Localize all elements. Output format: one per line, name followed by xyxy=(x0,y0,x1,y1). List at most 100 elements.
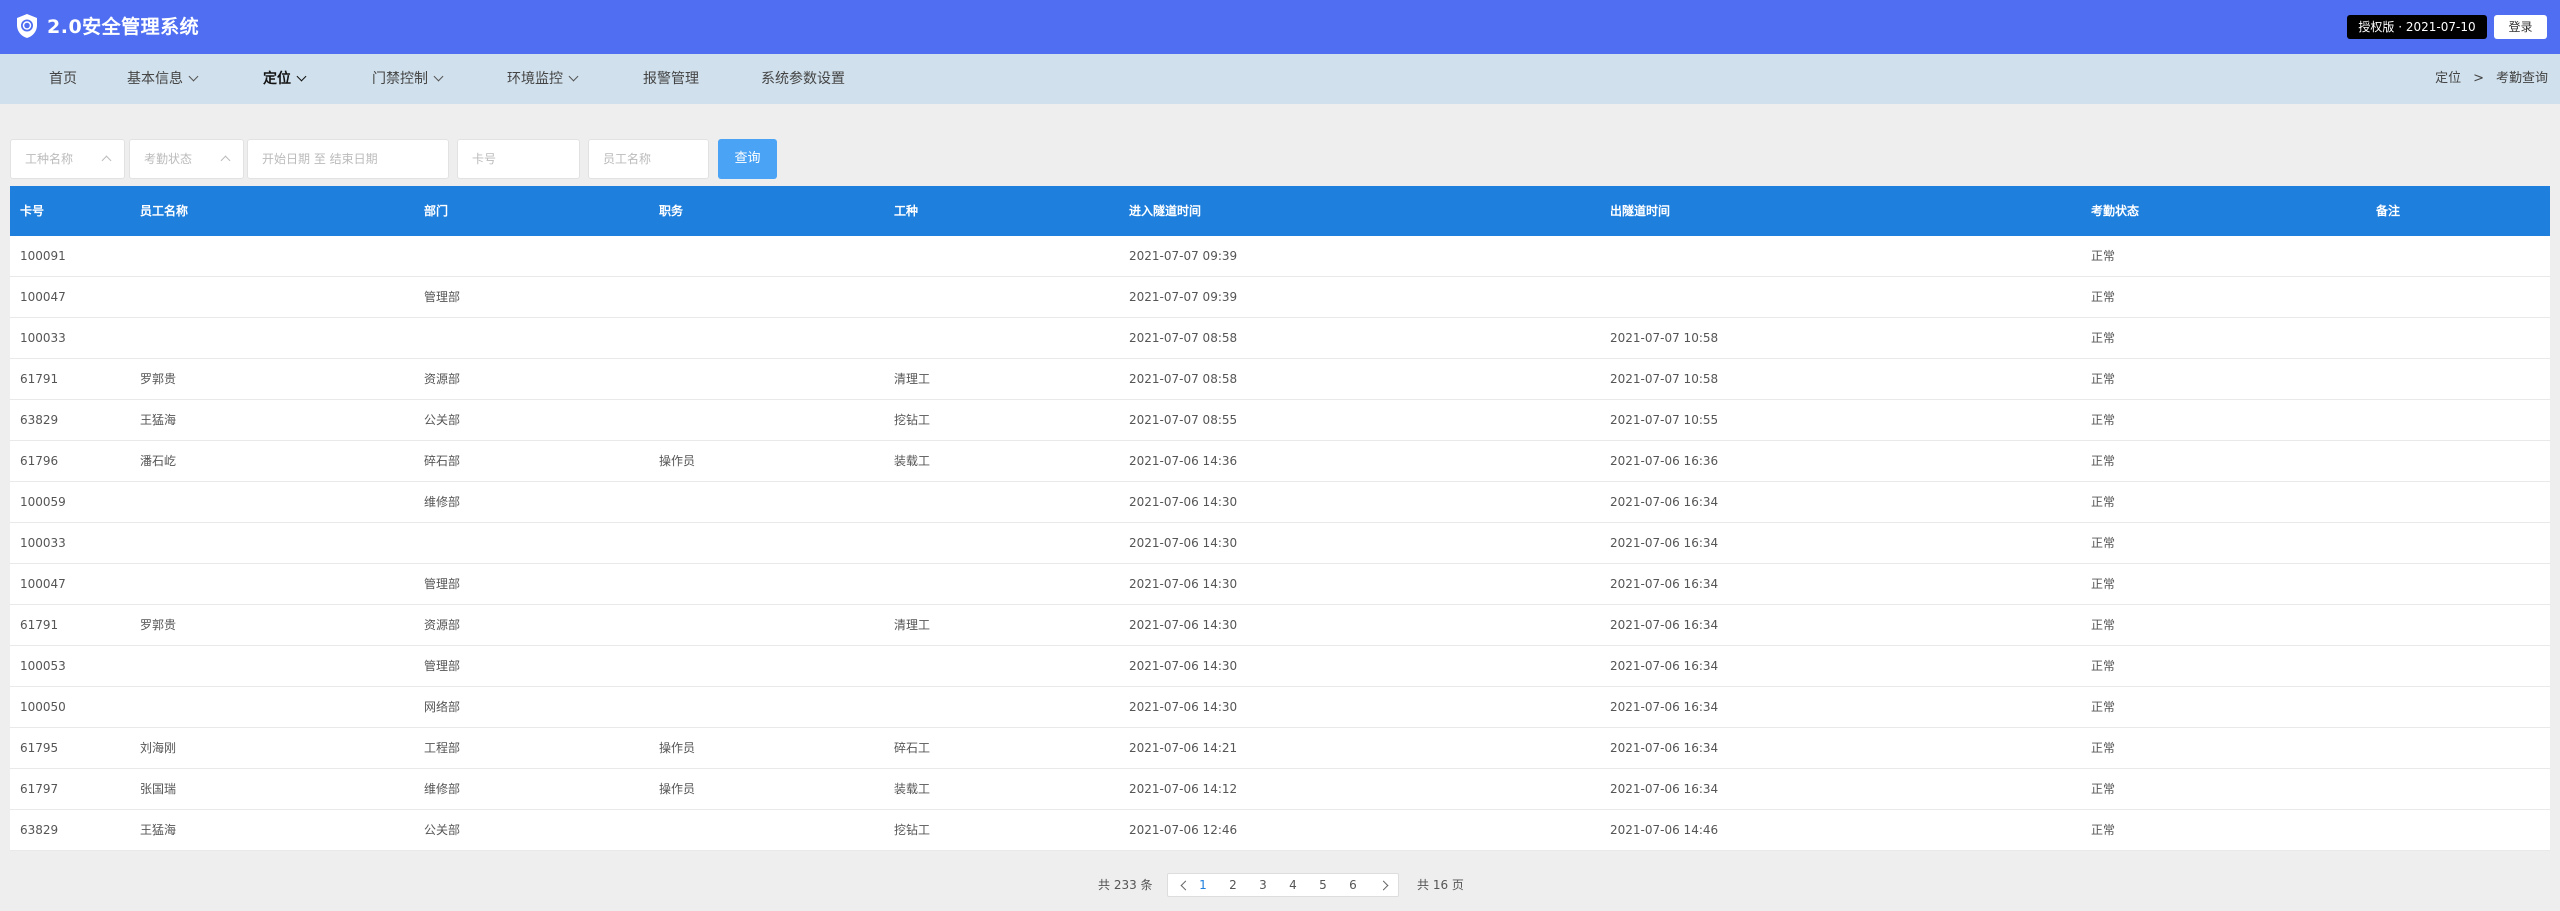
table-cell: 61797 xyxy=(20,782,59,796)
table-cell: 2021-07-07 09:39 xyxy=(1129,290,1238,304)
table-cell: 2021-07-07 10:55 xyxy=(1610,413,1719,427)
table-row: 61795 刘海刚 工程部 操作员 碎石工 2021-07-06 14:21 2021-07… xyxy=(10,728,2550,769)
table-cell: 正常 xyxy=(2091,577,2116,591)
page-button[interactable]: 3 xyxy=(1252,874,1274,896)
table-row: 63829 王猛海 公关部 挖钻工 2021-07-06 12:46 2021-07-06… xyxy=(10,810,2550,851)
employee-name-input[interactable]: 员工名称 xyxy=(588,139,709,179)
page-button[interactable]: 1 xyxy=(1192,874,1214,896)
table-row: 63829 王猛海 公关部 挖钻工 2021-07-07 08:55 2021-07-07… xyxy=(10,400,2550,441)
table-cell: 2021-07-06 14:30 xyxy=(1129,700,1238,714)
table-row: 61796 潘石屹 碎石部 操作员 装载工 2021-07-06 14:36 2021-07… xyxy=(10,441,2550,482)
column-header: 员工名称 xyxy=(140,204,189,218)
table-cell: 公关部 xyxy=(424,413,461,427)
breadcrumb: 定位 > 考勤查询 xyxy=(2435,54,2548,104)
table-cell: 操作员 xyxy=(659,782,696,796)
nav-item-alarm[interactable]: 报警管理 xyxy=(643,54,699,104)
table-cell: 2021-07-06 16:36 xyxy=(1610,454,1719,468)
job-type-select[interactable]: 工种名称 xyxy=(10,139,125,179)
table-row: 61791 罗郭贵 资源部 清理工 2021-07-06 14:30 2021-07-06… xyxy=(10,605,2550,646)
table-cell: 100033 xyxy=(20,331,66,345)
nav-item-positioning[interactable]: 定位 xyxy=(263,54,307,104)
column-header: 部门 xyxy=(424,204,449,218)
table-cell: 2021-07-06 14:12 xyxy=(1129,782,1238,796)
table-cell: 操作员 xyxy=(659,741,696,755)
column-header: 考勤状态 xyxy=(2091,204,2140,218)
login-button[interactable]: 登录 xyxy=(2494,15,2547,39)
table-cell: 网络部 xyxy=(424,700,461,714)
chevron-up-icon xyxy=(101,155,112,166)
nav-item-label: 门禁控制 xyxy=(372,71,428,87)
nav-item-label: 基本信息 xyxy=(127,71,183,87)
table-cell: 63829 xyxy=(20,823,59,837)
query-button[interactable]: 查询 xyxy=(718,139,777,179)
table-cell: 资源部 xyxy=(424,372,461,386)
table-cell: 碎石部 xyxy=(424,454,461,468)
table-cell: 100047 xyxy=(20,290,66,304)
chevron-down-icon xyxy=(296,71,307,82)
table-cell: 2021-07-06 16:34 xyxy=(1610,577,1719,591)
table-cell: 2021-07-06 14:30 xyxy=(1129,577,1238,591)
chevron-down-icon xyxy=(568,71,579,82)
table-cell: 2021-07-07 08:58 xyxy=(1129,372,1238,386)
chevron-right-icon[interactable] xyxy=(1378,880,1389,891)
nav-item-basic-info[interactable]: 基本信息 xyxy=(127,54,199,104)
table-row: 100059 维修部 2021-07-06 14:30 2021-07-06 16:3… xyxy=(10,482,2550,523)
nav-item-environment[interactable]: 环境监控 xyxy=(507,54,579,104)
table-cell: 正常 xyxy=(2091,495,2116,509)
table-cell: 2021-07-06 14:46 xyxy=(1610,823,1719,837)
chevron-left-icon[interactable] xyxy=(1180,880,1191,891)
top-header: 2.0安全管理系统 授权版 · 2021-07-10 登录 xyxy=(0,0,2560,54)
table-row: 100091 2021-07-07 09:39 正常 xyxy=(10,236,2550,277)
nav-item-access-control[interactable]: 门禁控制 xyxy=(372,54,444,104)
table-header: 卡号 员工名称 部门 职务 工种 进入隧道时间 出隧道时间 考勤状态 备注 xyxy=(10,186,2550,236)
breadcrumb-parent[interactable]: 定位 xyxy=(2435,71,2461,86)
page-button[interactable]: 4 xyxy=(1282,874,1304,896)
page-button[interactable]: 6 xyxy=(1342,874,1364,896)
table-cell: 管理部 xyxy=(424,659,461,673)
card-number-input[interactable]: 卡号 xyxy=(457,139,580,179)
table-cell: 正常 xyxy=(2091,536,2116,550)
date-range-picker[interactable]: 开始日期 至 结束日期 xyxy=(247,139,449,179)
table-cell: 61791 xyxy=(20,372,59,386)
table-cell: 61796 xyxy=(20,454,59,468)
table-cell: 2021-07-07 08:55 xyxy=(1129,413,1238,427)
table-cell: 61791 xyxy=(20,618,59,632)
table-row: 100033 2021-07-06 14:30 2021-07-06 16:34 正常 xyxy=(10,523,2550,564)
table-cell: 挖钻工 xyxy=(894,823,931,837)
attendance-status-select[interactable]: 考勤状态 xyxy=(129,139,244,179)
table-row: 100047 管理部 2021-07-07 09:39 正常 xyxy=(10,277,2550,318)
nav-item-settings[interactable]: 系统参数设置 xyxy=(761,54,845,104)
column-header: 工种 xyxy=(894,204,919,218)
table-cell: 2021-07-06 14:21 xyxy=(1129,741,1238,755)
column-header: 出隧道时间 xyxy=(1610,204,1671,218)
table-cell: 2021-07-06 16:34 xyxy=(1610,536,1719,550)
app-title: 2.0安全管理系统 xyxy=(47,16,200,38)
table-cell: 正常 xyxy=(2091,823,2116,837)
table-cell: 2021-07-07 08:58 xyxy=(1129,331,1238,345)
table-cell: 张国瑞 xyxy=(140,782,177,796)
table-cell: 罗郭贵 xyxy=(140,372,177,386)
table-cell: 100091 xyxy=(20,249,66,263)
column-header: 卡号 xyxy=(20,204,45,218)
table-cell: 王猛海 xyxy=(140,823,177,837)
table-cell: 100059 xyxy=(20,495,66,509)
table-cell: 碎石工 xyxy=(894,741,931,755)
attendance-table: 卡号 员工名称 部门 职务 工种 进入隧道时间 出隧道时间 考勤状态 备注 10… xyxy=(10,186,2550,851)
table-cell: 正常 xyxy=(2091,372,2116,386)
table-cell: 2021-07-06 16:34 xyxy=(1610,741,1719,755)
chevron-up-icon xyxy=(220,155,231,166)
page-button[interactable]: 5 xyxy=(1312,874,1334,896)
table-cell: 刘海刚 xyxy=(140,741,177,755)
table-cell: 挖钻工 xyxy=(894,413,931,427)
table-cell: 2021-07-06 16:34 xyxy=(1610,659,1719,673)
table-cell: 正常 xyxy=(2091,659,2116,673)
table-cell: 潘石屹 xyxy=(140,454,177,468)
page-button[interactable]: 2 xyxy=(1222,874,1244,896)
table-row: 100033 2021-07-07 08:58 2021-07-07 10:58 正常 xyxy=(10,318,2550,359)
table-cell: 正常 xyxy=(2091,290,2116,304)
nav-item-label: 系统参数设置 xyxy=(761,71,845,87)
column-header: 备注 xyxy=(2376,204,2401,218)
table-cell: 2021-07-06 12:46 xyxy=(1129,823,1238,837)
table-cell: 2021-07-06 14:30 xyxy=(1129,536,1238,550)
nav-item-home[interactable]: 首页 xyxy=(49,54,77,104)
